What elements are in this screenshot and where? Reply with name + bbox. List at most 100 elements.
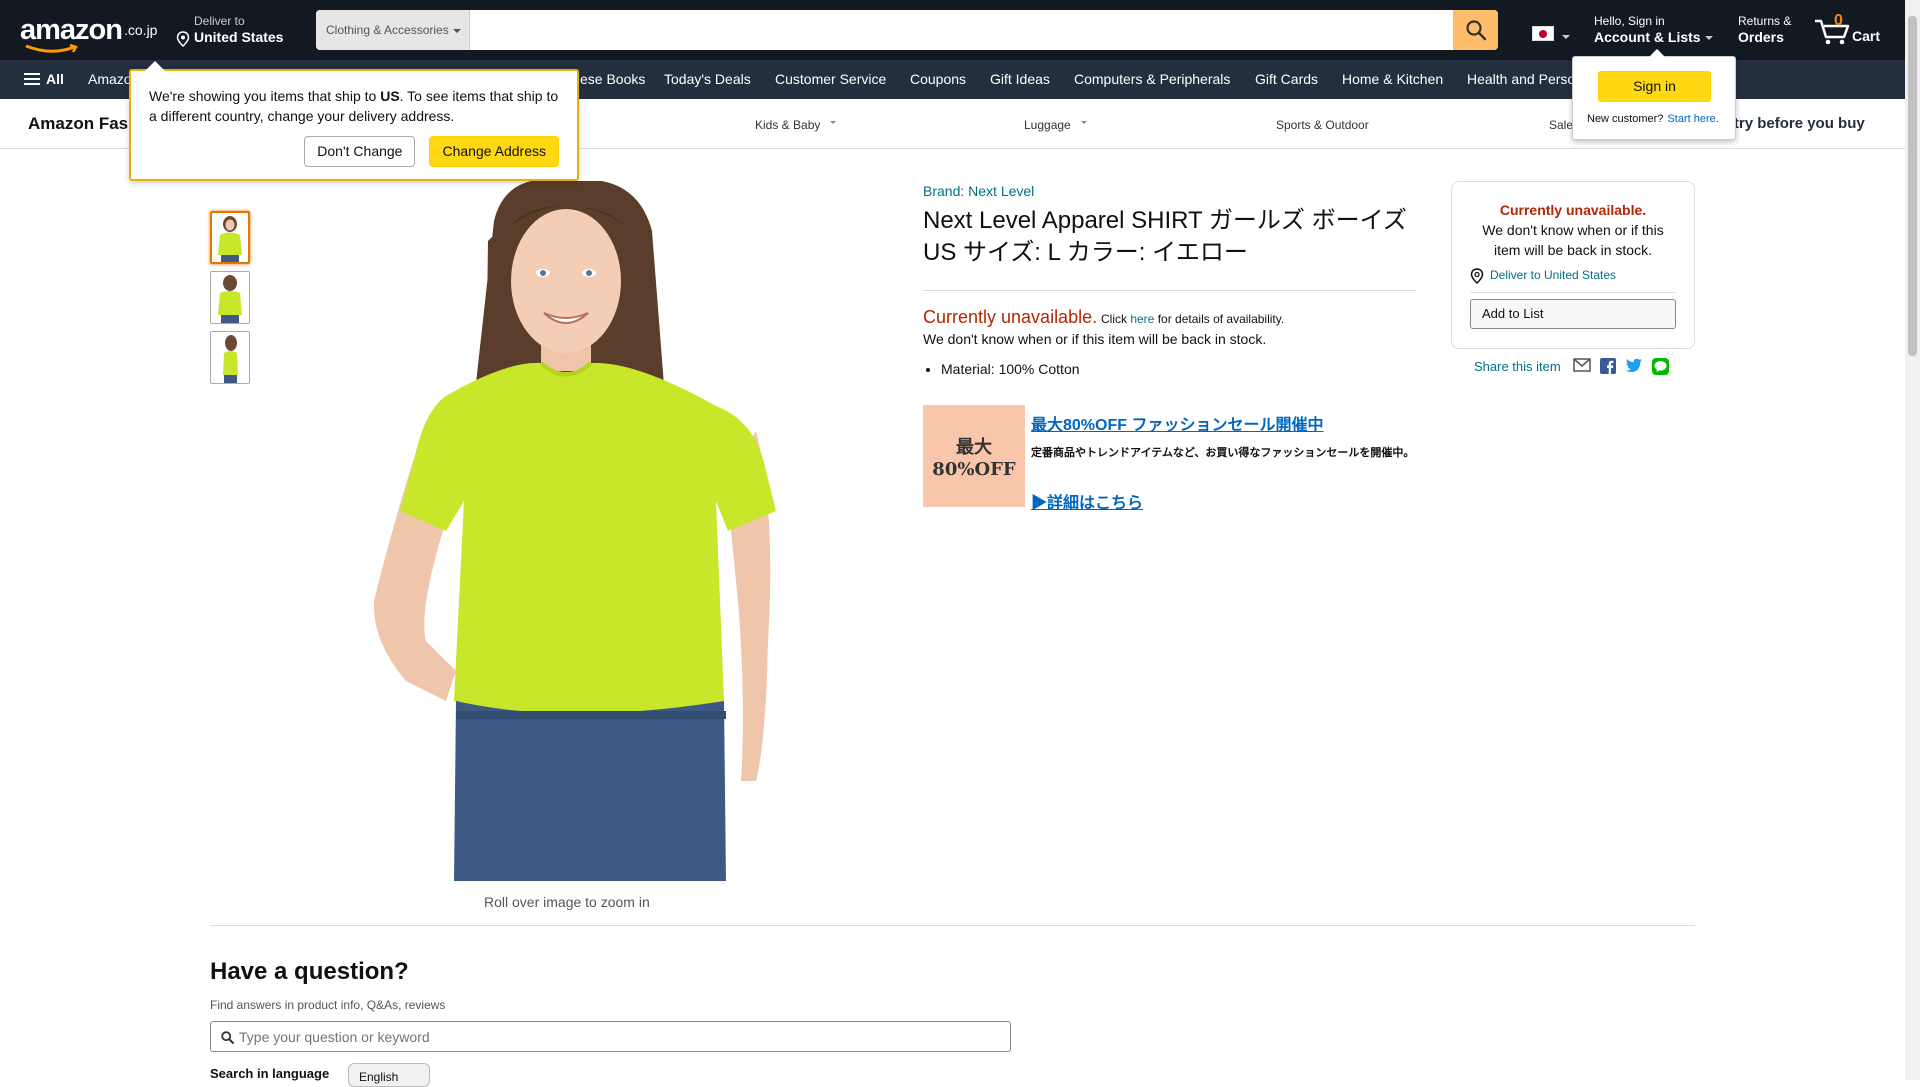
search-input[interactable] xyxy=(471,10,1450,50)
here-link[interactable]: here xyxy=(1130,312,1154,326)
subnav-item-home-kitchen[interactable]: Home & Kitchen xyxy=(1342,71,1443,87)
account-label: Account & Lists xyxy=(1594,29,1713,45)
account-lists-text: Account & Lists xyxy=(1594,29,1701,45)
promo-text: try before you buy xyxy=(1733,115,1865,132)
fashion-cat-label: Kids & Baby xyxy=(755,118,821,132)
product-details: Brand: Next Level Next Level Apparel SHI… xyxy=(923,183,1416,512)
roll-over-hint: Roll over image to zoom in xyxy=(484,894,650,910)
section-divider xyxy=(210,925,1695,926)
chevron-down-icon xyxy=(452,28,461,33)
language-select[interactable]: English xyxy=(348,1063,430,1087)
logo-tld: .co.jp xyxy=(124,22,158,38)
popover-message: We're showing you items that ship to US.… xyxy=(149,86,559,126)
fashion-cat-sale[interactable]: Sale xyxy=(1549,118,1573,132)
add-to-list-button[interactable]: Add to List xyxy=(1470,299,1676,329)
availability: Currently unavailable. Click here for de… xyxy=(923,307,1416,347)
search-bar: Clothing & Accessories xyxy=(316,10,1498,50)
product-photo xyxy=(336,181,796,881)
cart-button[interactable]: 0 Cart xyxy=(1814,10,1890,50)
deliver-to-text: Deliver to United States xyxy=(1490,268,1617,282)
buy-box: Currently unavailable. We don't know whe… xyxy=(1451,181,1695,349)
product-title: Next Level Apparel SHIRT ガールズ ボーイズ US サイ… xyxy=(923,207,1407,266)
fashion-cat-kids-baby[interactable]: Kids & Baby xyxy=(755,118,837,132)
new-customer-line: New customer? Start here. xyxy=(1587,113,1719,125)
subnav-item-books[interactable]: ese Books xyxy=(580,71,645,87)
feature-bullet: Material: 100% Cotton xyxy=(941,361,1416,377)
fashion-cat-luggage[interactable]: Luggage xyxy=(1024,118,1087,132)
orders-label: Orders xyxy=(1738,29,1784,45)
qa-heading: Have a question? xyxy=(210,958,409,985)
returns-orders[interactable]: Returns & Orders xyxy=(1738,14,1791,45)
subnav-item-gift-cards[interactable]: Gift Cards xyxy=(1255,71,1318,87)
facebook-icon[interactable] xyxy=(1599,358,1616,374)
subnav-item-deals[interactable]: Today's Deals xyxy=(664,71,751,87)
deliver-to[interactable]: Deliver to United States xyxy=(176,14,284,47)
subnav-item-gift-ideas[interactable]: Gift Ideas xyxy=(990,71,1050,87)
share-row: Share this item xyxy=(1474,358,1669,375)
thumbnail-2[interactable] xyxy=(210,271,250,324)
deliver-country: United States xyxy=(194,29,284,45)
subnav-item-computers[interactable]: Computers & Peripherals xyxy=(1074,71,1230,87)
language-select-value: English xyxy=(359,1070,399,1084)
email-icon[interactable] xyxy=(1572,358,1591,372)
feature-bullets: Material: 100% Cotton xyxy=(923,361,1416,377)
start-here-link[interactable]: Start here. xyxy=(1667,113,1718,125)
sale-badge[interactable]: 最大 80%OFF xyxy=(923,405,1025,507)
qa-subtext: Find answers in product info, Q&As, revi… xyxy=(210,998,446,1012)
japan-flag-icon[interactable] xyxy=(1532,26,1554,41)
share-label[interactable]: Share this item xyxy=(1474,359,1561,374)
twitter-icon[interactable] xyxy=(1625,358,1643,373)
availability-details: Click here for details of availability. xyxy=(1101,312,1284,326)
sale-title-link[interactable]: 最大80%OFF ファッションセール開催中 xyxy=(1031,411,1323,435)
image-thumbnails xyxy=(210,211,250,391)
qa-search-input[interactable] xyxy=(239,1023,999,1050)
sale-description: 定番商品やトレンドアイテムなど、お買い得なファッションセールを開催中。 xyxy=(1031,447,1415,459)
location-pin-icon xyxy=(1470,268,1484,284)
thumbnail-image xyxy=(211,332,249,383)
cart-icon xyxy=(1815,19,1850,45)
change-address-button[interactable]: Change Address xyxy=(429,136,559,167)
sale-badge-line2: 80%OFF xyxy=(932,459,1016,480)
top-nav: amazon .co.jp Deliver to United States C… xyxy=(0,0,1905,60)
search-category-select[interactable]: Clothing & Accessories xyxy=(316,10,470,50)
details-text: for details of availability. xyxy=(1157,312,1285,326)
thumbnail-3[interactable] xyxy=(210,331,250,384)
logo-text: amazon xyxy=(20,14,123,46)
click-text: Click xyxy=(1100,312,1127,326)
unavailable-text: Currently unavailable. xyxy=(923,307,1098,327)
line-icon[interactable] xyxy=(1651,358,1669,375)
thumbnail-image xyxy=(211,272,249,323)
divider xyxy=(1470,292,1676,293)
location-pin-icon xyxy=(176,31,190,47)
popover-text-before: We're showing you items that ship to xyxy=(149,88,381,104)
dont-change-button[interactable]: Don't Change xyxy=(304,136,416,167)
deliver-to-link[interactable]: Deliver to United States xyxy=(1470,268,1676,284)
brand-link[interactable]: Brand: Next Level xyxy=(923,183,1416,199)
scrollbar[interactable] xyxy=(1905,0,1920,1080)
account-lists[interactable]: Hello, Sign in Account & Lists xyxy=(1594,14,1713,45)
new-customer-text: New customer? xyxy=(1587,113,1664,125)
signin-flyout: Sign in New customer? Start here. xyxy=(1572,49,1736,140)
sign-in-button[interactable]: Sign in xyxy=(1598,71,1711,102)
search-icon xyxy=(221,1031,234,1044)
scrollbar-thumb[interactable] xyxy=(1908,16,1917,356)
thumbnail-1[interactable] xyxy=(210,211,250,264)
fashion-store-title[interactable]: Amazon Fas xyxy=(28,114,128,134)
fashion-cat-label: Luggage xyxy=(1024,118,1071,132)
divider xyxy=(923,290,1416,291)
all-menu-button[interactable]: All xyxy=(24,71,64,87)
subnav-item-customer-service[interactable]: Customer Service xyxy=(775,71,886,87)
sale-details-link[interactable]: ▶詳細はこちら xyxy=(1031,489,1143,513)
main-product-image[interactable] xyxy=(336,181,796,881)
returns-label: Returns & xyxy=(1738,14,1792,28)
all-label: All xyxy=(46,71,64,87)
fashion-cat-sports[interactable]: Sports & Outdoor xyxy=(1276,118,1369,132)
buybox-message: We don't know when or if this item will … xyxy=(1482,222,1664,258)
amazon-logo[interactable]: amazon .co.jp xyxy=(20,14,158,53)
search-button[interactable] xyxy=(1453,10,1498,50)
qa-search-box xyxy=(210,1021,1011,1052)
subnav-item-coupons[interactable]: Coupons xyxy=(910,71,966,87)
chevron-down-icon xyxy=(1080,121,1087,125)
account-greeting: Hello, Sign in xyxy=(1594,14,1665,28)
chevron-down-icon xyxy=(1562,35,1570,39)
